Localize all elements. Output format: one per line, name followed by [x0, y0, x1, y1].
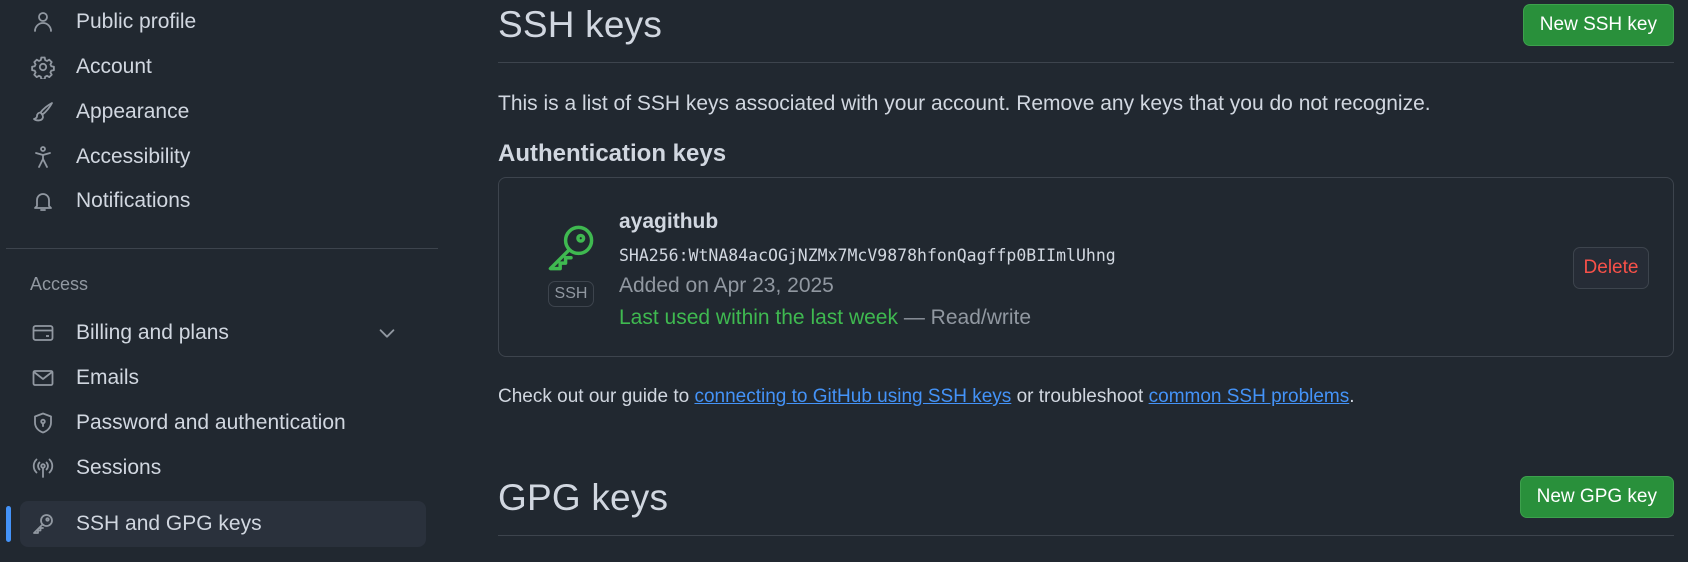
gear-icon — [30, 54, 56, 80]
section-divider — [498, 535, 1674, 536]
settings-page: Public profile Account Appearance Access… — [0, 0, 1688, 562]
access-level: — Read/write — [903, 306, 1032, 329]
gpg-keys-title: GPG keys — [498, 477, 669, 518]
settings-sidebar: Public profile Account Appearance Access… — [0, 0, 440, 562]
sidebar-item-label: Billing and plans — [76, 321, 229, 344]
guide-link-troubleshoot[interactable]: common SSH problems — [1149, 386, 1350, 407]
section-divider — [498, 62, 1674, 63]
chevron-down-icon[interactable] — [376, 322, 398, 344]
credit-card-icon — [30, 320, 56, 346]
broadcast-icon — [30, 455, 56, 481]
ssh-guide-text: Check out our guide to connecting to Git… — [498, 386, 1355, 408]
key-fingerprint: SHA256:WtNA84acOGjNZMx7McV9878hfonQagffp… — [619, 246, 1116, 265]
sidebar-item-label: Emails — [76, 366, 140, 389]
bell-icon — [30, 188, 56, 214]
sidebar-item-label: Accessibility — [76, 145, 191, 168]
guide-middle: or troubleshoot — [1011, 386, 1149, 407]
sidebar-item-notifications[interactable]: Notifications — [20, 178, 426, 224]
accessibility-icon — [30, 144, 56, 170]
sidebar-item-ssh-gpg-keys[interactable]: SSH and GPG keys — [20, 501, 426, 547]
new-gpg-key-button[interactable]: New GPG key — [1519, 476, 1674, 518]
sidebar-divider — [6, 248, 438, 249]
sidebar-item-label: Password and authentication — [76, 411, 346, 434]
sidebar-item-label: Public profile — [76, 10, 197, 33]
delete-key-button[interactable]: Delete — [1573, 247, 1649, 289]
authentication-keys-heading: Authentication keys — [498, 140, 727, 167]
ssh-keys-description: This is a list of SSH keys associated wi… — [498, 92, 1431, 115]
key-last-used: Last used within the last week — Read/wr… — [619, 306, 1031, 330]
shield-lock-icon — [30, 410, 56, 436]
key-icon — [548, 225, 594, 271]
key-icon — [30, 511, 56, 537]
key-added-date: Added on Apr 23, 2025 — [619, 274, 834, 297]
sidebar-item-label: Sessions — [76, 456, 162, 479]
guide-suffix: . — [1349, 386, 1355, 407]
ssh-badge: SSH — [548, 281, 594, 307]
sidebar-item-public-profile[interactable]: Public profile — [20, 0, 426, 45]
new-ssh-key-button[interactable]: New SSH key — [1522, 4, 1674, 46]
paintbrush-icon — [30, 99, 56, 125]
ssh-key-card: SSH ayagithub SHA256:WtNA84acOGjNZMx7McV… — [498, 177, 1674, 357]
sidebar-item-label: SSH and GPG keys — [76, 512, 262, 535]
active-indicator — [6, 506, 11, 542]
guide-prefix: Check out our guide to — [498, 386, 695, 407]
sidebar-section-heading: Access — [30, 274, 89, 294]
sidebar-item-emails[interactable]: Emails — [20, 355, 426, 401]
sidebar-item-label: Notifications — [76, 189, 191, 212]
person-icon — [30, 9, 56, 35]
sidebar-item-account[interactable]: Account — [20, 44, 426, 90]
sidebar-item-appearance[interactable]: Appearance — [20, 89, 426, 135]
guide-link-connecting[interactable]: connecting to GitHub using SSH keys — [694, 386, 1011, 407]
key-title: ayagithub — [619, 210, 719, 233]
ssh-keys-title: SSH keys — [498, 4, 663, 45]
sidebar-item-billing[interactable]: Billing and plans — [20, 310, 426, 356]
main-content: SSH keys New SSH key This is a list of S… — [498, 0, 1674, 562]
sidebar-item-password[interactable]: Password and authentication — [20, 400, 426, 446]
sidebar-item-label: Appearance — [76, 100, 190, 123]
last-used-text: Last used within the last week — [619, 306, 898, 329]
sidebar-item-label: Account — [76, 55, 152, 78]
sidebar-item-accessibility[interactable]: Accessibility — [20, 134, 426, 180]
sidebar-item-sessions[interactable]: Sessions — [20, 445, 426, 491]
mail-icon — [30, 365, 56, 391]
